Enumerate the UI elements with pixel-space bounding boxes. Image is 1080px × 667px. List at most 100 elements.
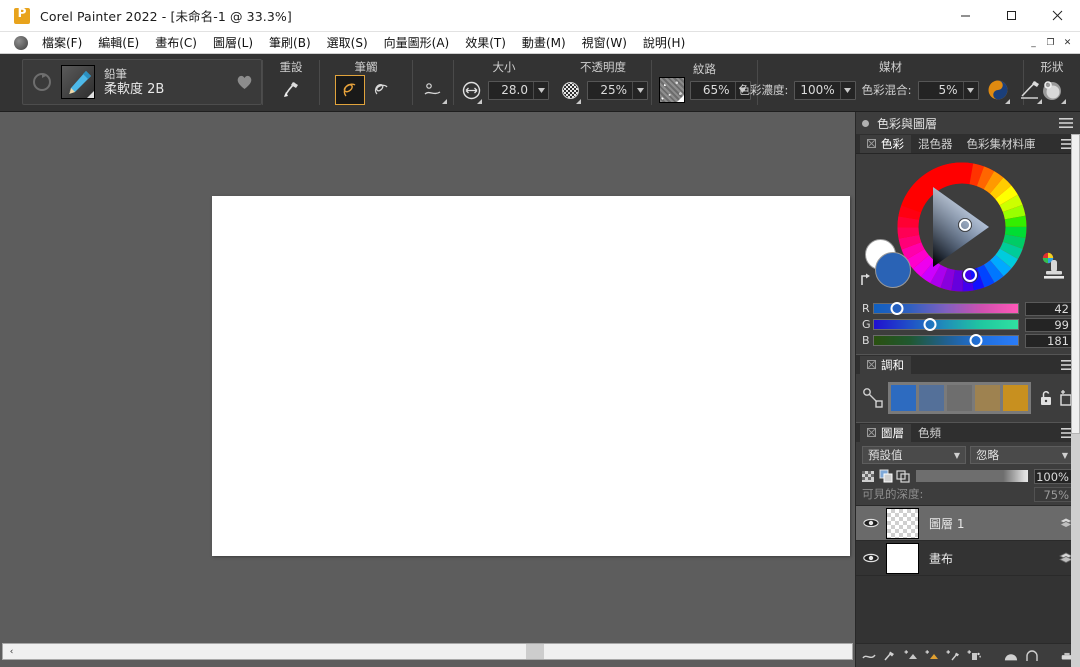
paper-texture-thumbnail-icon[interactable] — [658, 77, 685, 103]
lock-layer-icon[interactable] — [896, 469, 910, 483]
color-layers-panel-header[interactable]: 色彩與圖層 — [856, 112, 1080, 134]
g-value[interactable]: 99 — [1024, 317, 1074, 332]
pencil-brush-thumbnail-icon[interactable] — [61, 65, 95, 99]
color-density-field[interactable]: 100% — [794, 80, 856, 100]
blend-mode-dropdown[interactable]: 預設值 ▼ — [862, 446, 966, 464]
brush-selector[interactable]: 鉛筆 柔軟度 2B — [22, 59, 262, 105]
b-slider-track[interactable] — [872, 334, 1019, 347]
new-watercolor-layer-icon[interactable] — [862, 649, 876, 663]
ignore-mode-dropdown[interactable]: 忽略 ▼ — [970, 446, 1074, 464]
tab-color[interactable]: 色彩 — [860, 134, 911, 153]
b-value[interactable]: 181 — [1024, 333, 1074, 348]
new-media-layer-icon[interactable] — [925, 649, 939, 663]
document-close-button[interactable]: ✕ — [1059, 34, 1076, 52]
tab-close-icon[interactable] — [867, 428, 876, 437]
canvas-horizontal-scrollbar[interactable]: ‹ — [0, 639, 855, 667]
menu-item-edit[interactable]: 編輯(E) — [90, 32, 147, 53]
layer-effects-icon[interactable] — [1025, 649, 1039, 663]
b-slider-knob[interactable] — [969, 334, 983, 347]
canvas-scroll-thumb[interactable] — [526, 644, 544, 659]
layer-mask-icon[interactable] — [967, 649, 981, 663]
opacity-dropdown-caret-icon[interactable] — [632, 81, 647, 99]
menu-item-effects[interactable]: 效果(T) — [457, 32, 514, 53]
clone-color-stamp-icon[interactable] — [1040, 252, 1068, 282]
pick-up-underlying-color-icon[interactable] — [879, 469, 893, 483]
reset-brush-tool-icon[interactable] — [276, 75, 306, 105]
color-density-caret-icon[interactable] — [839, 81, 855, 99]
opacity-field[interactable]: 25% — [587, 80, 648, 100]
close-button[interactable] — [1034, 0, 1080, 32]
dock-vertical-scrollbar[interactable] — [1071, 134, 1080, 667]
tab-layers[interactable]: 圖層 — [860, 423, 911, 442]
size-dropdown-caret-icon[interactable] — [533, 81, 548, 99]
g-slider-knob[interactable] — [923, 318, 937, 331]
shape-dab-icon[interactable] — [1037, 75, 1067, 105]
harmony-swatch-3[interactable] — [947, 385, 972, 411]
canvas-workspace[interactable] — [0, 112, 855, 639]
panel-menu-burger-icon[interactable] — [1058, 117, 1074, 129]
menu-item-window[interactable]: 視窗(W) — [574, 32, 635, 53]
new-layer-icon[interactable] — [904, 649, 918, 663]
new-liquid-ink-layer-icon[interactable] — [883, 649, 897, 663]
tab-harmony[interactable]: 調和 — [860, 355, 911, 374]
hue-saturation-color-wheel-icon[interactable] — [897, 162, 1027, 292]
main-color-swatch[interactable] — [875, 252, 911, 288]
color-blend-sphere-icon[interactable] — [985, 75, 1011, 105]
dock-scroll-thumb[interactable] — [1071, 134, 1080, 434]
menu-item-movie[interactable]: 動畫(M) — [514, 32, 574, 53]
maximize-button[interactable] — [988, 0, 1034, 32]
harmony-swatch-2[interactable] — [919, 385, 944, 411]
menu-item-file[interactable]: 檔案(F) — [34, 32, 90, 53]
harmony-swatch-1[interactable] — [891, 385, 916, 411]
stroke-settings-icon[interactable] — [418, 75, 448, 105]
menu-item-select[interactable]: 選取(S) — [319, 32, 376, 53]
document-restore-button[interactable]: ❐ — [1042, 34, 1059, 52]
r-slider-track[interactable] — [872, 302, 1019, 315]
table-row[interactable]: 畫布 — [856, 541, 1080, 576]
document-minimize-button[interactable]: _ — [1025, 34, 1042, 52]
opacity-checker-icon[interactable] — [558, 75, 582, 105]
tab-color-sets[interactable]: 色彩集材料庫 — [960, 135, 1043, 153]
table-row[interactable]: 圖層 1 — [856, 506, 1080, 541]
group-layers-icon[interactable] — [1004, 649, 1018, 663]
minimize-button[interactable] — [942, 0, 988, 32]
eye-visible-icon[interactable] — [862, 552, 880, 564]
eye-visible-icon[interactable] — [862, 517, 880, 529]
color-blend-caret-icon[interactable] — [962, 81, 978, 99]
title-bar: Corel Painter 2022 - [未命名-1 @ 33.3%] — [0, 0, 1080, 32]
menu-item-help[interactable]: 說明(H) — [635, 32, 693, 53]
swap-colors-icon[interactable] — [859, 271, 875, 287]
menu-item-brushes[interactable]: 筆刷(B) — [261, 32, 319, 53]
freehand-stroke-icon[interactable] — [335, 75, 365, 105]
harmony-swatch-5[interactable] — [1003, 385, 1028, 411]
size-arrows-icon[interactable] — [459, 75, 483, 105]
r-slider-knob[interactable] — [890, 302, 904, 315]
size-field[interactable]: 28.0 — [488, 80, 549, 100]
reset-circular-arrow-icon[interactable] — [31, 71, 53, 93]
new-dynamic-layer-icon[interactable] — [946, 649, 960, 663]
menu-item-layers[interactable]: 圖層(L) — [205, 32, 261, 53]
layer-thumbnail[interactable] — [886, 507, 919, 539]
color-blend-field[interactable]: 5% — [917, 80, 979, 100]
heart-icon[interactable] — [236, 74, 253, 90]
tab-close-icon[interactable] — [867, 139, 876, 148]
r-value[interactable]: 42 — [1024, 301, 1074, 316]
menu-item-shapes[interactable]: 向量圖形(A) — [376, 32, 458, 53]
tab-mixer[interactable]: 混色器 — [911, 135, 960, 153]
layer-opacity-value[interactable]: 100% — [1034, 468, 1074, 484]
lock-open-icon[interactable] — [1039, 390, 1053, 406]
scroll-left-arrow-icon[interactable]: ‹ — [5, 645, 18, 658]
tab-channels[interactable]: 色頻 — [911, 424, 948, 442]
document-canvas[interactable] — [212, 196, 850, 556]
canvas-scroll-track[interactable]: ‹ — [2, 643, 853, 660]
harmony-link-icon[interactable] — [862, 387, 884, 409]
layer-thumbnail[interactable] — [886, 542, 919, 574]
straight-line-stroke-icon[interactable] — [367, 75, 397, 105]
harmony-swatch-4[interactable] — [975, 385, 1000, 411]
tab-close-icon[interactable] — [867, 360, 876, 369]
menu-item-canvas[interactable]: 畫布(C) — [147, 32, 205, 53]
preserve-transparency-icon[interactable] — [862, 469, 876, 483]
layer-opacity-slider[interactable] — [916, 470, 1028, 482]
g-slider-track[interactable] — [872, 318, 1019, 331]
visible-depth-value[interactable]: 75% — [1034, 486, 1074, 502]
